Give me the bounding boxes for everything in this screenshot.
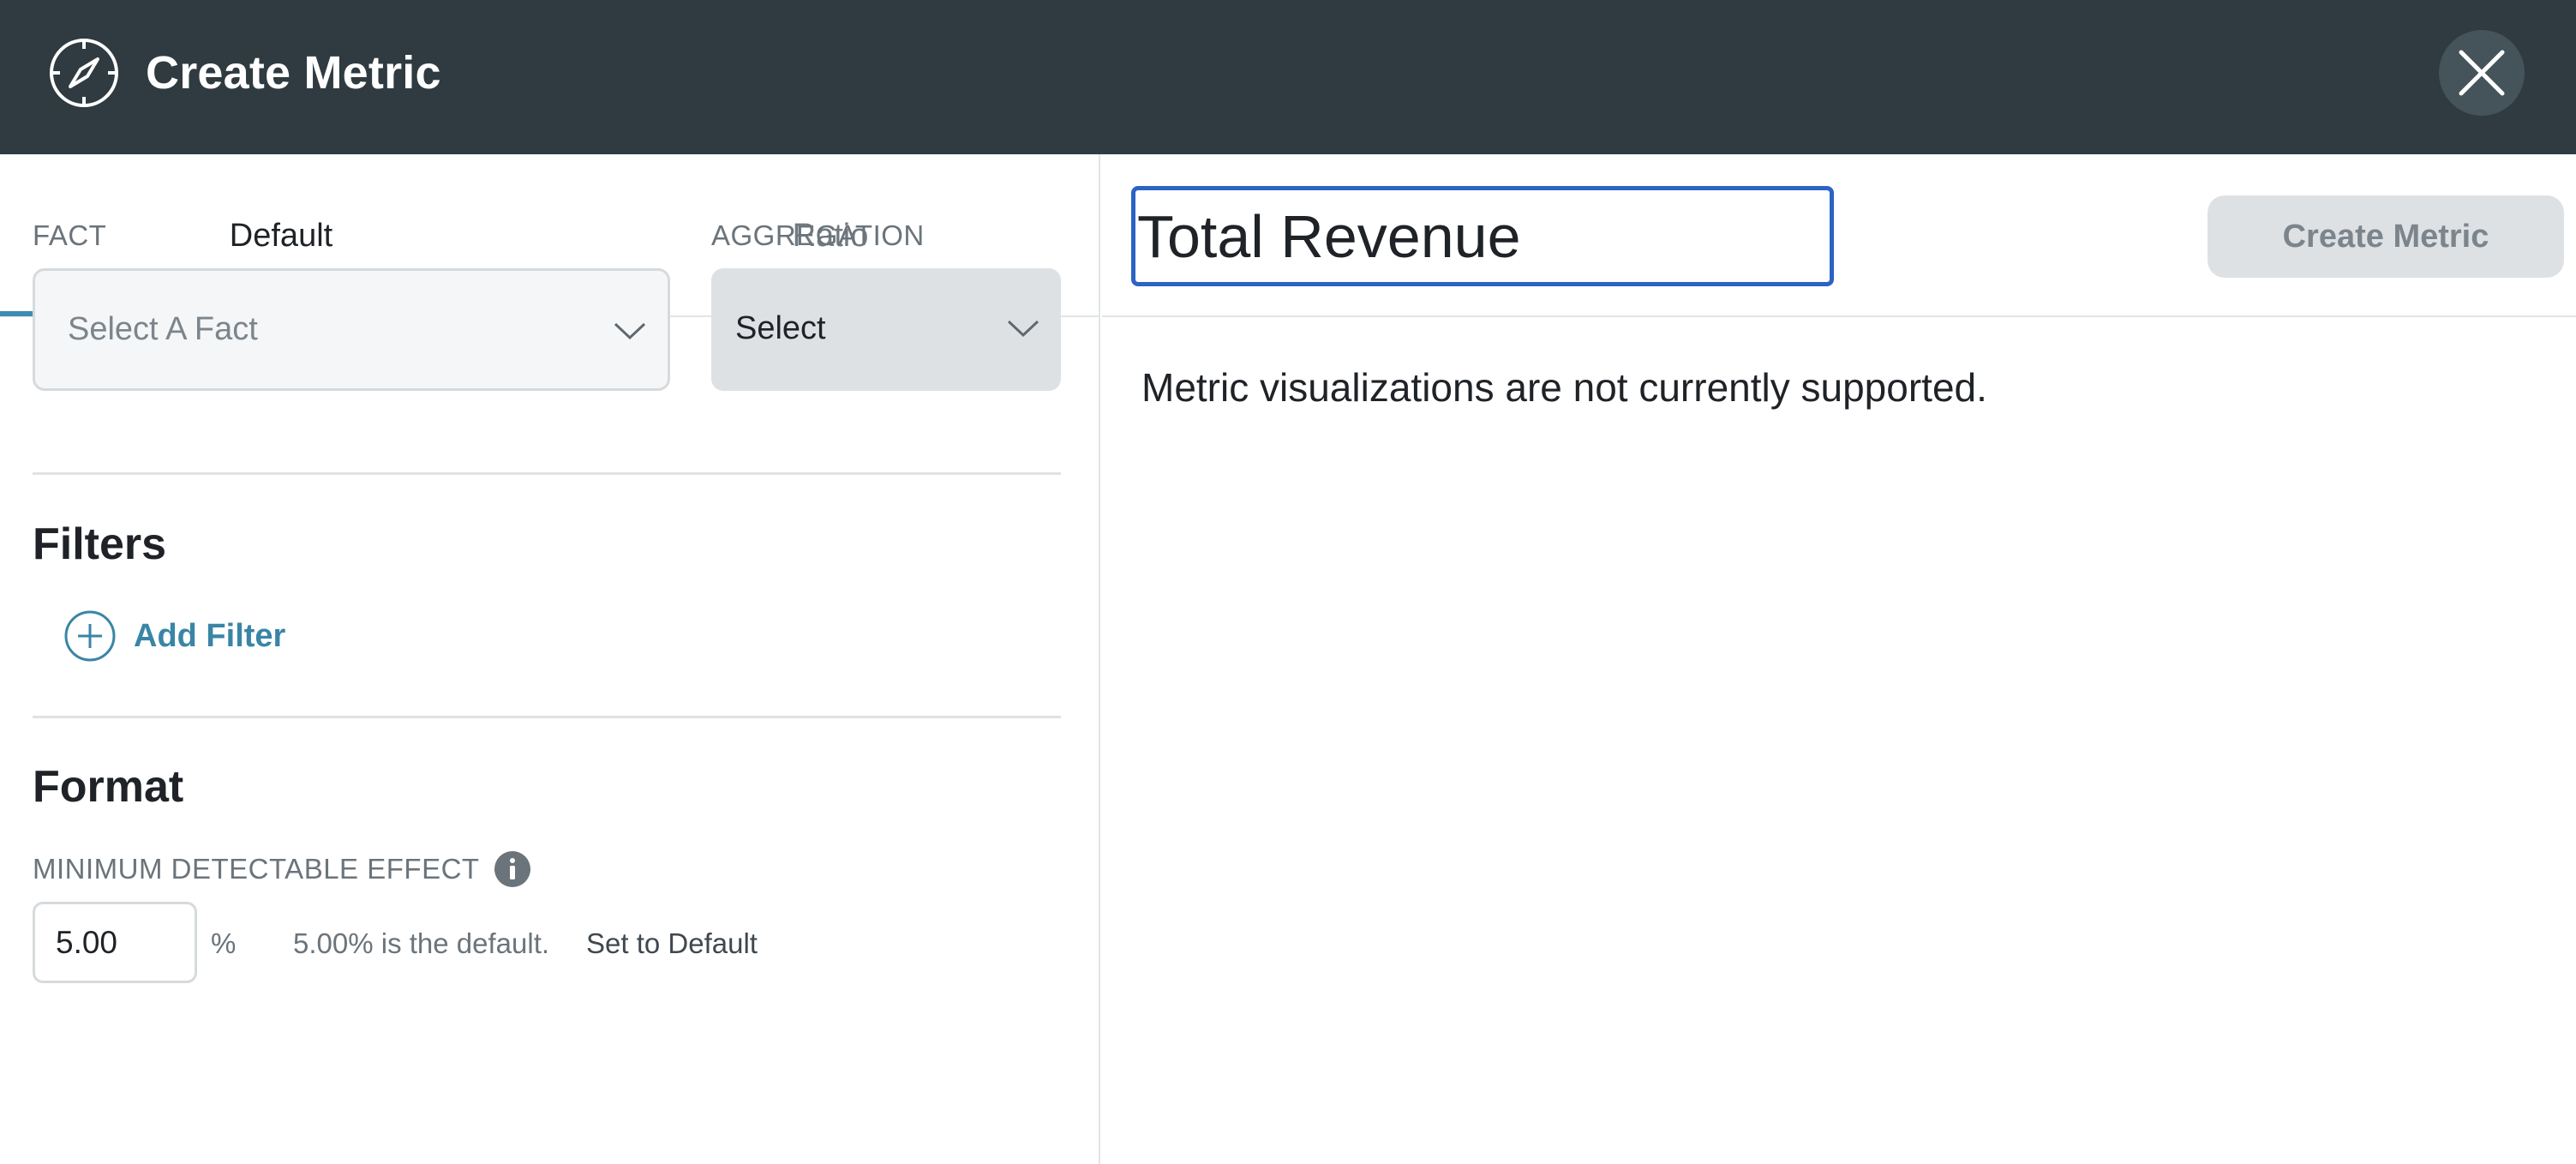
format-heading: Format: [33, 762, 184, 812]
aggregation-select[interactable]: Select: [711, 268, 1061, 391]
percent-unit: %: [211, 927, 237, 959]
mde-label: MINIMUM DETECTABLE EFFECT: [33, 853, 480, 885]
chevron-down-icon: [1007, 320, 1039, 338]
fact-select[interactable]: Select A Fact: [33, 268, 670, 391]
modal-title: Create Metric: [146, 47, 441, 99]
close-icon: [2459, 50, 2505, 96]
add-filter-button[interactable]: Add Filter: [63, 609, 285, 663]
metric-name-input[interactable]: [1131, 186, 1834, 286]
aggregation-select-value: Select: [735, 310, 826, 346]
fact-select-placeholder: Select A Fact: [68, 311, 258, 347]
close-button[interactable]: [2439, 30, 2525, 116]
fact-label: FACT: [33, 219, 107, 251]
section-divider: [33, 472, 1061, 475]
chevron-down-icon: [614, 322, 646, 340]
tab-default-label: Default: [229, 217, 333, 254]
filters-heading: Filters: [33, 519, 167, 569]
set-to-default-link[interactable]: Set to Default: [586, 927, 758, 960]
default-note: 5.00% is the default.: [293, 927, 550, 959]
add-filter-label: Add Filter: [134, 617, 286, 654]
visualization-message: Metric visualizations are not currently …: [1141, 365, 1987, 410]
create-metric-button[interactable]: Create Metric: [2208, 195, 2564, 278]
section-divider: [33, 716, 1061, 718]
info-icon[interactable]: [494, 850, 531, 888]
compass-icon: [50, 39, 118, 107]
aggregation-label: AGGREGATION: [711, 219, 925, 251]
mde-input[interactable]: [33, 902, 197, 983]
plus-circle-icon: [64, 610, 116, 662]
modal-header: Create Metric: [0, 0, 2576, 154]
